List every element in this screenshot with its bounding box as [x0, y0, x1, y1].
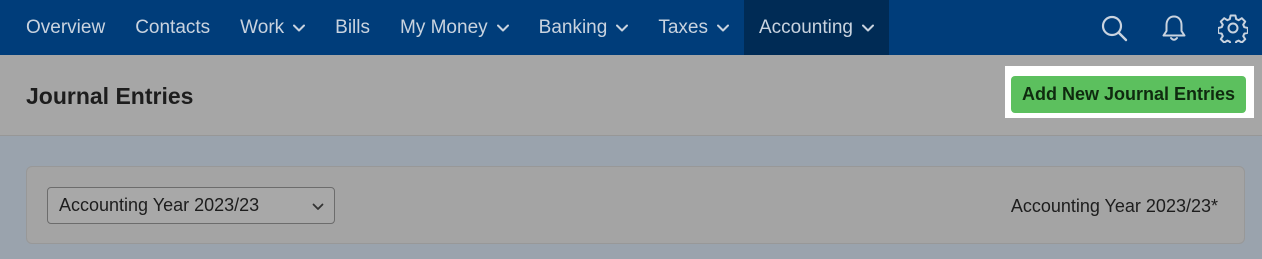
nav-item-taxes[interactable]: Taxes: [643, 0, 744, 55]
bell-icon[interactable]: [1144, 0, 1204, 55]
gear-icon[interactable]: [1204, 0, 1262, 55]
nav-item-label: Work: [240, 16, 285, 38]
nav-item-label: Accounting: [758, 16, 853, 38]
nav-icon-group: [1084, 0, 1262, 55]
page-title: Journal Entries: [26, 83, 194, 109]
nav-item-banking[interactable]: Banking: [524, 0, 644, 55]
chevron-down-icon: [496, 24, 509, 32]
accounting-year-select-value: Accounting Year 2023/23: [59, 195, 260, 215]
nav-item-label: Overview: [26, 16, 106, 38]
chevron-down-icon: [861, 24, 874, 32]
nav-item-label: Banking: [538, 16, 608, 38]
nav-item-contacts[interactable]: Contacts: [120, 0, 225, 55]
chevron-down-icon: [293, 24, 306, 32]
chevron-down-icon: [716, 24, 729, 32]
accounting-year-label: Accounting Year 2023/23*: [1010, 196, 1218, 216]
nav-item-label: My Money: [400, 16, 488, 38]
nav-item-label: Bills: [335, 16, 370, 38]
nav-item-label: Contacts: [135, 16, 211, 38]
nav-item-bills[interactable]: Bills: [320, 0, 385, 55]
chevron-down-icon: [616, 24, 629, 32]
nav-item-overview[interactable]: Overview: [0, 0, 120, 55]
nav-item-accounting[interactable]: Accounting: [743, 0, 889, 55]
add-new-journal-entries-button[interactable]: Add New Journal Entries: [1011, 76, 1246, 113]
accounting-year-select[interactable]: Accounting Year 2023/23: [47, 187, 335, 224]
top-navigation: Overview Contacts Work Bills My Money Ba…: [0, 0, 1262, 55]
nav-item-my-money[interactable]: My Money: [385, 0, 524, 55]
nav-item-work[interactable]: Work: [225, 0, 320, 55]
search-icon[interactable]: [1084, 0, 1144, 55]
chevron-down-icon: [312, 195, 324, 216]
nav-item-label: Taxes: [658, 16, 708, 38]
